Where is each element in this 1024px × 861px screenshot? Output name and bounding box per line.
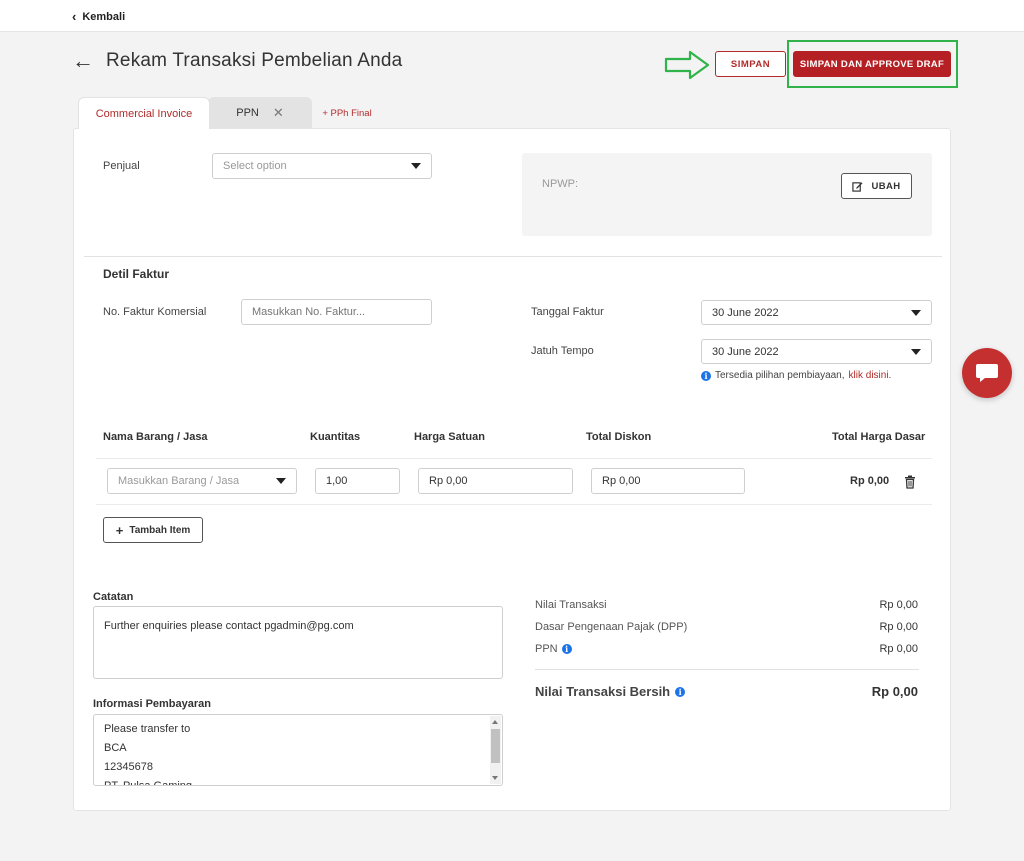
summary-label-dpp: Dasar Pengenaan Pajak (DPP): [535, 621, 688, 633]
trash-icon[interactable]: [904, 475, 916, 489]
back-link-label: Kembali: [82, 10, 126, 23]
column-header-discount: Total Diskon: [586, 431, 652, 443]
column-header-item: Nama Barang / Jasa: [103, 431, 208, 443]
tab-pph-final[interactable]: + PPh Final: [312, 97, 382, 129]
net-transaction-value: Rp 0,00: [871, 684, 918, 699]
financing-note-text: Tersedia pilihan pembiayaan,: [715, 370, 845, 381]
seller-select[interactable]: Select option: [212, 153, 432, 179]
arrow-right-annotation-icon: [664, 50, 710, 80]
tab-label: PPN: [236, 107, 259, 119]
npwp-label: NPWP:: [542, 178, 579, 190]
caret-down-icon: [911, 348, 921, 355]
summary-label-transaction: Nilai Transaksi: [535, 599, 607, 611]
payment-info-line: PT. Pulsa Gaming: [104, 780, 193, 786]
caret-down-icon: [276, 478, 286, 484]
summary-label-ppn: PPN: [535, 643, 558, 655]
npwp-panel: NPWP: UBAH: [522, 153, 932, 236]
edit-icon: [852, 181, 864, 192]
summary-value-ppn: Rp 0,00: [879, 643, 918, 655]
tab-commercial-invoice[interactable]: Commercial Invoice: [78, 97, 210, 129]
discount-value: Rp 0,00: [602, 475, 641, 487]
invoice-date-label: Tanggal Faktur: [531, 306, 604, 318]
page-title: Rekam Transaksi Pembelian Anda: [106, 50, 403, 71]
summary-value-transaction: Rp 0,00: [879, 599, 918, 611]
item-select[interactable]: Masukkan Barang / Jasa: [107, 468, 297, 494]
save-and-approve-button[interactable]: SIMPAN DAN APPROVE DRAF: [793, 51, 951, 77]
financing-link[interactable]: klik disini.: [849, 370, 892, 381]
close-icon[interactable]: ✕: [273, 105, 284, 121]
due-date-select[interactable]: 30 June 2022: [701, 339, 932, 364]
add-item-label: Tambah Item: [129, 524, 191, 536]
summary-value-dpp: Rp 0,00: [879, 621, 918, 633]
quantity-input[interactable]: 1,00: [315, 468, 400, 494]
scroll-thumb[interactable]: [491, 729, 500, 763]
info-icon: i: [701, 370, 711, 381]
notes-label: Catatan: [93, 591, 134, 603]
chat-bubble-icon: [976, 364, 998, 382]
summary-divider: [535, 669, 919, 670]
info-icon[interactable]: i: [561, 644, 572, 654]
invoice-form-card: Penjual Select option NPWP: UBAH Detil F…: [73, 128, 951, 811]
payment-info-line: 12345678: [104, 761, 153, 773]
payment-info-textarea[interactable]: Please transfer to BCA 12345678 PT. Puls…: [93, 714, 503, 786]
due-date-label: Jatuh Tempo: [531, 345, 594, 357]
chat-button[interactable]: [962, 348, 1012, 398]
plus-icon: +: [115, 522, 124, 538]
divider: [84, 256, 942, 257]
invoice-number-input[interactable]: [241, 299, 432, 325]
net-transaction-label: Nilai Transaksi Bersih: [535, 684, 671, 699]
unit-price-input[interactable]: Rp 0,00: [418, 468, 573, 494]
tab-label: + PPh Final: [322, 107, 372, 119]
tab-label: Commercial Invoice: [95, 107, 193, 120]
notes-text: Further enquiries please contact pgadmin…: [104, 620, 354, 632]
arrow-left-icon[interactable]: ←: [72, 50, 94, 72]
caret-down-icon: [911, 309, 921, 316]
unit-price-value: Rp 0,00: [429, 475, 468, 487]
notes-textarea[interactable]: Further enquiries please contact pgadmin…: [93, 606, 503, 679]
payment-info-label: Informasi Pembayaran: [93, 698, 211, 710]
column-header-quantity: Kuantitas: [310, 431, 361, 443]
tab-ppn[interactable]: PPN ✕: [208, 97, 312, 129]
item-select-placeholder: Masukkan Barang / Jasa: [118, 475, 240, 487]
invoice-date-select[interactable]: 30 June 2022: [701, 300, 932, 325]
table-divider: [96, 504, 932, 505]
discount-input[interactable]: Rp 0,00: [591, 468, 745, 494]
seller-select-placeholder: Select option: [223, 160, 287, 172]
financing-note: i Tersedia pilihan pembiayaan, klik disi…: [701, 370, 891, 381]
invoice-number-label: No. Faktur Komersial: [103, 306, 207, 318]
chevron-left-icon: ‹: [72, 9, 77, 24]
tab-bar: Commercial Invoice PPN ✕ + PPh Final: [78, 97, 382, 129]
scroll-down-icon[interactable]: [492, 776, 498, 780]
info-icon[interactable]: i: [675, 686, 686, 697]
caret-down-icon: [411, 163, 421, 169]
section-title-invoice-detail: Detil Faktur: [103, 267, 170, 281]
scroll-up-icon[interactable]: [492, 720, 498, 724]
invoice-date-value: 30 June 2022: [712, 306, 779, 319]
save-button[interactable]: SIMPAN: [715, 51, 786, 77]
row-total: Rp 0,00: [850, 475, 890, 487]
due-date-value: 30 June 2022: [712, 345, 779, 358]
edit-npwp-label: UBAH: [871, 180, 901, 192]
payment-info-line: BCA: [104, 742, 127, 754]
column-header-unit-price: Harga Satuan: [414, 431, 485, 443]
table-divider: [96, 458, 932, 459]
scrollbar[interactable]: [490, 716, 501, 784]
back-link[interactable]: ‹ Kembali: [72, 9, 125, 24]
edit-npwp-button[interactable]: UBAH: [841, 173, 912, 199]
payment-info-line: Please transfer to: [104, 723, 191, 735]
summary-label-ppn-row: PPN i: [535, 643, 572, 655]
add-item-button[interactable]: + Tambah Item: [103, 517, 203, 543]
top-bar: ‹ Kembali: [0, 0, 1024, 32]
seller-label: Penjual: [103, 160, 140, 172]
quantity-value: 1,00: [326, 475, 348, 487]
net-transaction-label-row: Nilai Transaksi Bersih i: [535, 684, 686, 699]
column-header-total: Total Harga Dasar: [832, 431, 926, 443]
page-header: ← Rekam Transaksi Pembelian Anda: [72, 50, 402, 72]
